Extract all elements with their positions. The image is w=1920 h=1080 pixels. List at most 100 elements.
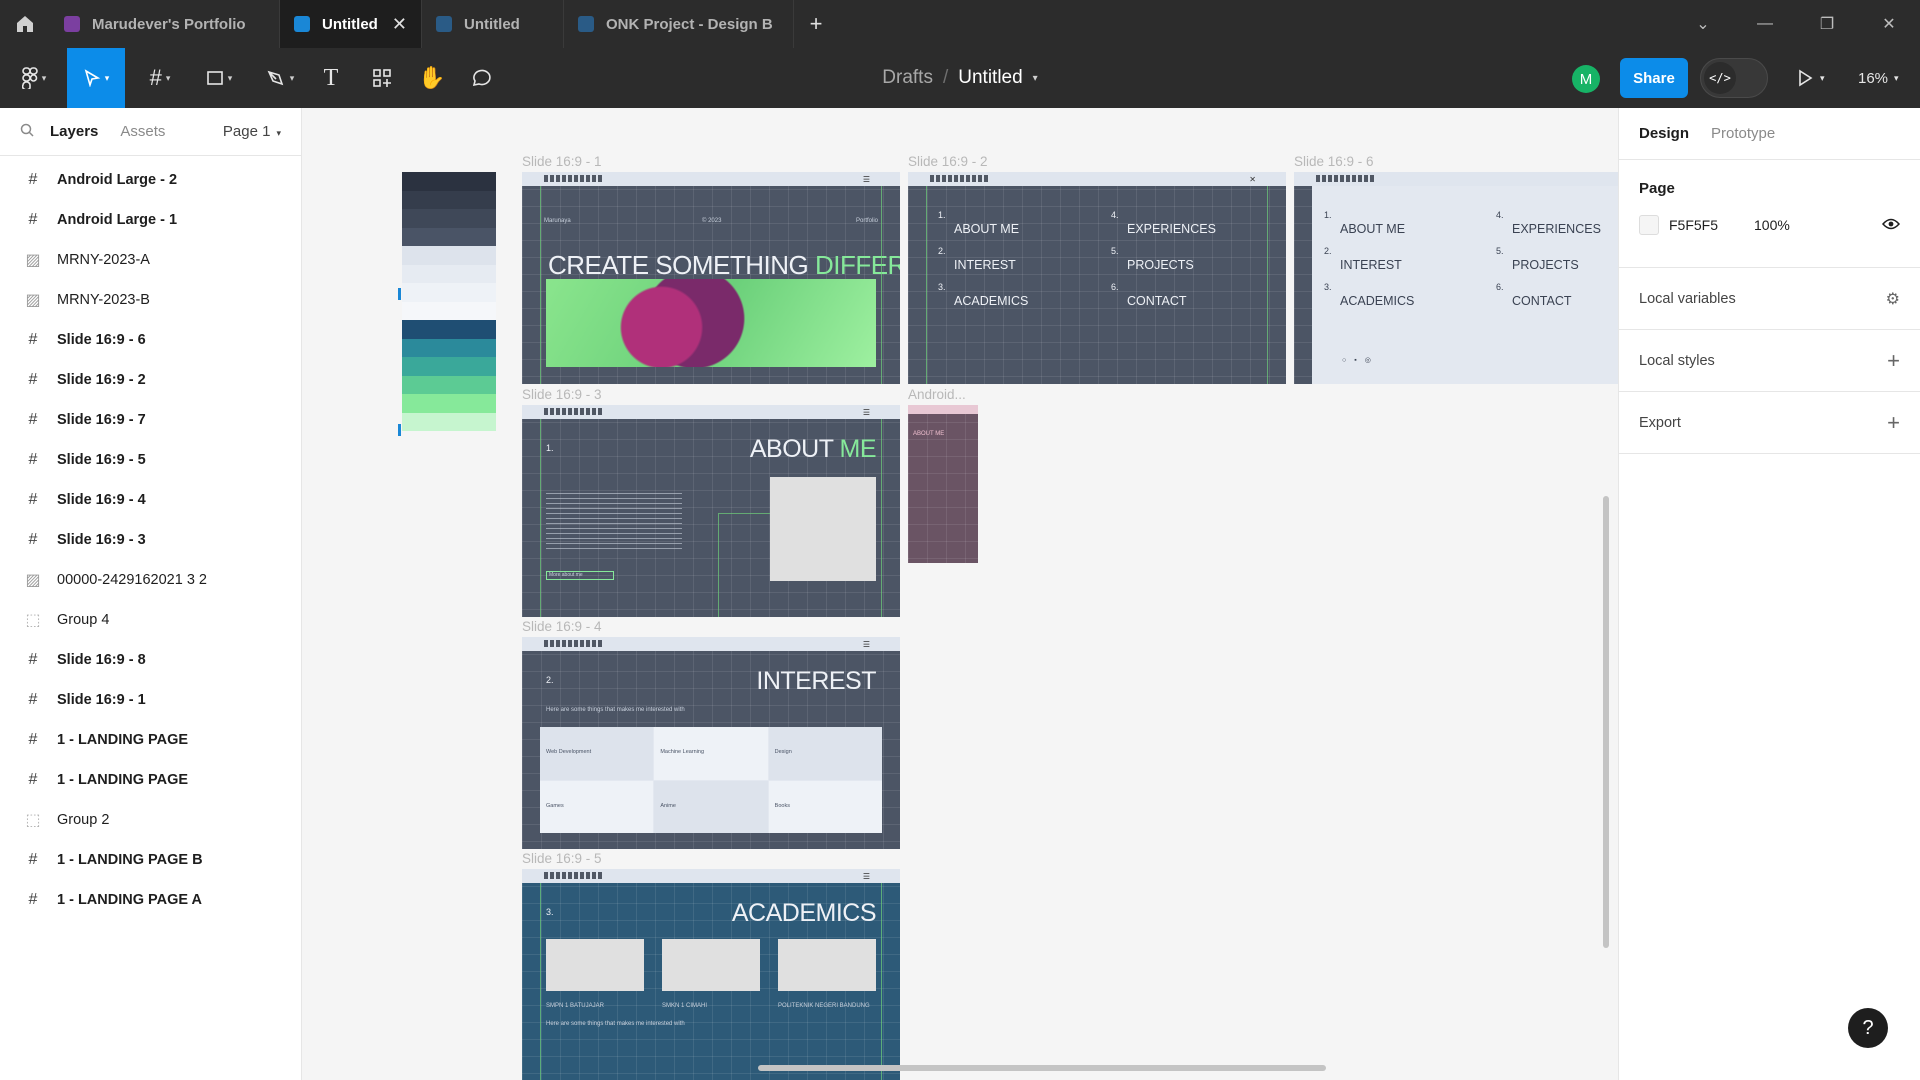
- menu-item: 6. CONTACT: [1111, 282, 1187, 308]
- minimize-button[interactable]: —: [1734, 0, 1796, 48]
- color-palette[interactable]: [402, 172, 496, 442]
- layer-item[interactable]: # Android Large - 1: [0, 200, 301, 240]
- frame-slide-6[interactable]: 1. ABOUT ME 2. INTEREST 3. ACADEMICS 4. EXPE…: [1294, 172, 1618, 384]
- eye-icon[interactable]: [1881, 217, 1901, 233]
- tab-design[interactable]: Design: [1639, 125, 1689, 142]
- palette-swatch[interactable]: [402, 301, 496, 320]
- main-menu-button[interactable]: ▾: [12, 48, 56, 108]
- layer-item[interactable]: # Slide 16:9 - 2: [0, 360, 301, 400]
- layer-item[interactable]: ▨ 00000-2429162021 3 2: [0, 560, 301, 600]
- frame-label[interactable]: Slide 16:9 - 5: [522, 851, 602, 866]
- frame-slide-2[interactable]: ✕ 1. ABOUT ME 2. INTEREST 3. ACADEMICS 4. EX…: [908, 172, 1286, 384]
- fill-opacity-input[interactable]: 100%: [1754, 217, 1790, 233]
- shape-tool[interactable]: ▾: [196, 48, 242, 108]
- menu-item-number: 2.: [938, 246, 946, 256]
- layer-label: Slide 16:9 - 2: [57, 372, 146, 388]
- palette-swatch[interactable]: [402, 246, 496, 265]
- horizontal-scrollbar[interactable]: [758, 1065, 1326, 1071]
- share-button[interactable]: Share: [1620, 58, 1688, 98]
- palette-swatch[interactable]: [402, 190, 496, 209]
- layer-item[interactable]: # Slide 16:9 - 4: [0, 480, 301, 520]
- color-swatch[interactable]: [1639, 215, 1659, 235]
- move-tool[interactable]: ▾: [67, 48, 125, 108]
- frame-label[interactable]: Slide 16:9 - 6: [1294, 154, 1374, 169]
- page-selector[interactable]: Page 1 ▾: [223, 123, 281, 140]
- frame-label[interactable]: Slide 16:9 - 3: [522, 387, 602, 402]
- comment-tool[interactable]: [465, 48, 497, 108]
- home-button[interactable]: [0, 0, 50, 48]
- hand-tool[interactable]: ✋: [416, 48, 448, 108]
- frame-label[interactable]: Android...: [908, 387, 966, 402]
- tab-assets[interactable]: Assets: [120, 123, 165, 140]
- logo: [544, 408, 604, 415]
- tabs-dropdown-button[interactable]: ⌄: [1672, 0, 1734, 48]
- layer-item[interactable]: # Slide 16:9 - 1: [0, 680, 301, 720]
- local-variables-section[interactable]: Local variables ⚙: [1619, 268, 1920, 330]
- layer-item[interactable]: # Slide 16:9 - 8: [0, 640, 301, 680]
- palette-swatch[interactable]: [402, 227, 496, 246]
- palette-swatch[interactable]: [402, 320, 496, 339]
- vertical-scrollbar[interactable]: [1603, 496, 1609, 948]
- palette-swatch[interactable]: [402, 264, 496, 283]
- palette-swatch[interactable]: [402, 394, 496, 413]
- frame-android[interactable]: ABOUT ME: [908, 405, 978, 563]
- palette-swatch[interactable]: [402, 283, 496, 302]
- layer-item[interactable]: ▨ MRNY-2023-B: [0, 280, 301, 320]
- frame-label[interactable]: Slide 16:9 - 4: [522, 619, 602, 634]
- frame-label[interactable]: Slide 16:9 - 1: [522, 154, 602, 169]
- tab-marudevers-portfolio[interactable]: Marudever's Portfolio: [50, 0, 280, 48]
- layer-item[interactable]: ⬚ Group 2: [0, 800, 301, 840]
- close-tab-icon[interactable]: ✕: [392, 14, 407, 35]
- restore-button[interactable]: ❐: [1796, 0, 1858, 48]
- resources-tool[interactable]: [366, 48, 398, 108]
- zoom-menu[interactable]: 16% ▾: [1858, 58, 1899, 98]
- frame-label[interactable]: Slide 16:9 - 2: [908, 154, 988, 169]
- canvas[interactable]: Slide 16:9 - 1 ☰ Marunaya © 2023 Portfol…: [302, 108, 1618, 1080]
- export-section[interactable]: Export +: [1619, 392, 1920, 454]
- layer-item[interactable]: # Android Large - 2: [0, 160, 301, 200]
- tab-onk-project[interactable]: ONK Project - Design B: [564, 0, 794, 48]
- tab-layers[interactable]: Layers: [50, 123, 98, 140]
- layer-item[interactable]: #1 - LANDING PAGE: [0, 760, 301, 800]
- palette-swatch[interactable]: [402, 209, 496, 228]
- frame-slide-5[interactable]: ☰ 3. ACADEMICS SMPN 1 BATUJAJAR SMKN 1 C…: [522, 869, 900, 1080]
- layer-item[interactable]: # Slide 16:9 - 6: [0, 320, 301, 360]
- dev-mode-toggle[interactable]: </>: [1700, 58, 1768, 98]
- local-styles-section[interactable]: Local styles +: [1619, 330, 1920, 392]
- tab-untitled-active[interactable]: Untitled ✕: [280, 0, 422, 48]
- layer-item[interactable]: ⬚ Group 4: [0, 600, 301, 640]
- frame-slide-3[interactable]: ☰ 1. ABOUT ME More about me: [522, 405, 900, 617]
- text-tool[interactable]: T: [316, 48, 346, 108]
- frame-slide-4[interactable]: ☰ 2. INTEREST Here are some things that …: [522, 637, 900, 849]
- palette-swatch[interactable]: [402, 338, 496, 357]
- new-tab-button[interactable]: +: [794, 0, 838, 48]
- plus-icon[interactable]: +: [1887, 410, 1900, 436]
- avatar[interactable]: M: [1572, 65, 1600, 93]
- pen-tool[interactable]: ▾: [257, 48, 303, 108]
- layer-item[interactable]: #1 - LANDING PAGE A: [0, 880, 301, 920]
- layer-item[interactable]: #1 - LANDING PAGE: [0, 720, 301, 760]
- frame-slide-1[interactable]: ☰ Marunaya © 2023 Portfolio CREATE SOMET…: [522, 172, 900, 384]
- section-title: Page: [1639, 180, 1675, 197]
- layer-item[interactable]: ▨ MRNY-2023-A: [0, 240, 301, 280]
- plus-icon[interactable]: +: [1887, 348, 1900, 374]
- palette-swatch[interactable]: [402, 412, 496, 431]
- close-window-button[interactable]: ✕: [1858, 0, 1920, 48]
- palette-swatch[interactable]: [402, 375, 496, 394]
- layer-item[interactable]: # Slide 16:9 - 3: [0, 520, 301, 560]
- tab-prototype[interactable]: Prototype: [1711, 125, 1775, 142]
- present-button[interactable]: ▾: [1796, 58, 1825, 98]
- menu-icon: ☰: [862, 872, 870, 881]
- layer-item[interactable]: # Slide 16:9 - 5: [0, 440, 301, 480]
- palette-swatch[interactable]: [402, 357, 496, 376]
- tab-untitled[interactable]: Untitled: [422, 0, 564, 48]
- menu-item-number: 5.: [1111, 246, 1119, 256]
- search-icon[interactable]: [20, 123, 34, 141]
- palette-swatch[interactable]: [402, 172, 496, 191]
- frame-tool[interactable]: # ▾: [138, 48, 182, 108]
- layer-item[interactable]: #1 - LANDING PAGE B: [0, 840, 301, 880]
- fill-hex-input[interactable]: F5F5F5: [1669, 217, 1718, 233]
- variables-icon[interactable]: ⚙: [1886, 289, 1900, 309]
- help-button[interactable]: ?: [1848, 1008, 1888, 1048]
- layer-item[interactable]: # Slide 16:9 - 7: [0, 400, 301, 440]
